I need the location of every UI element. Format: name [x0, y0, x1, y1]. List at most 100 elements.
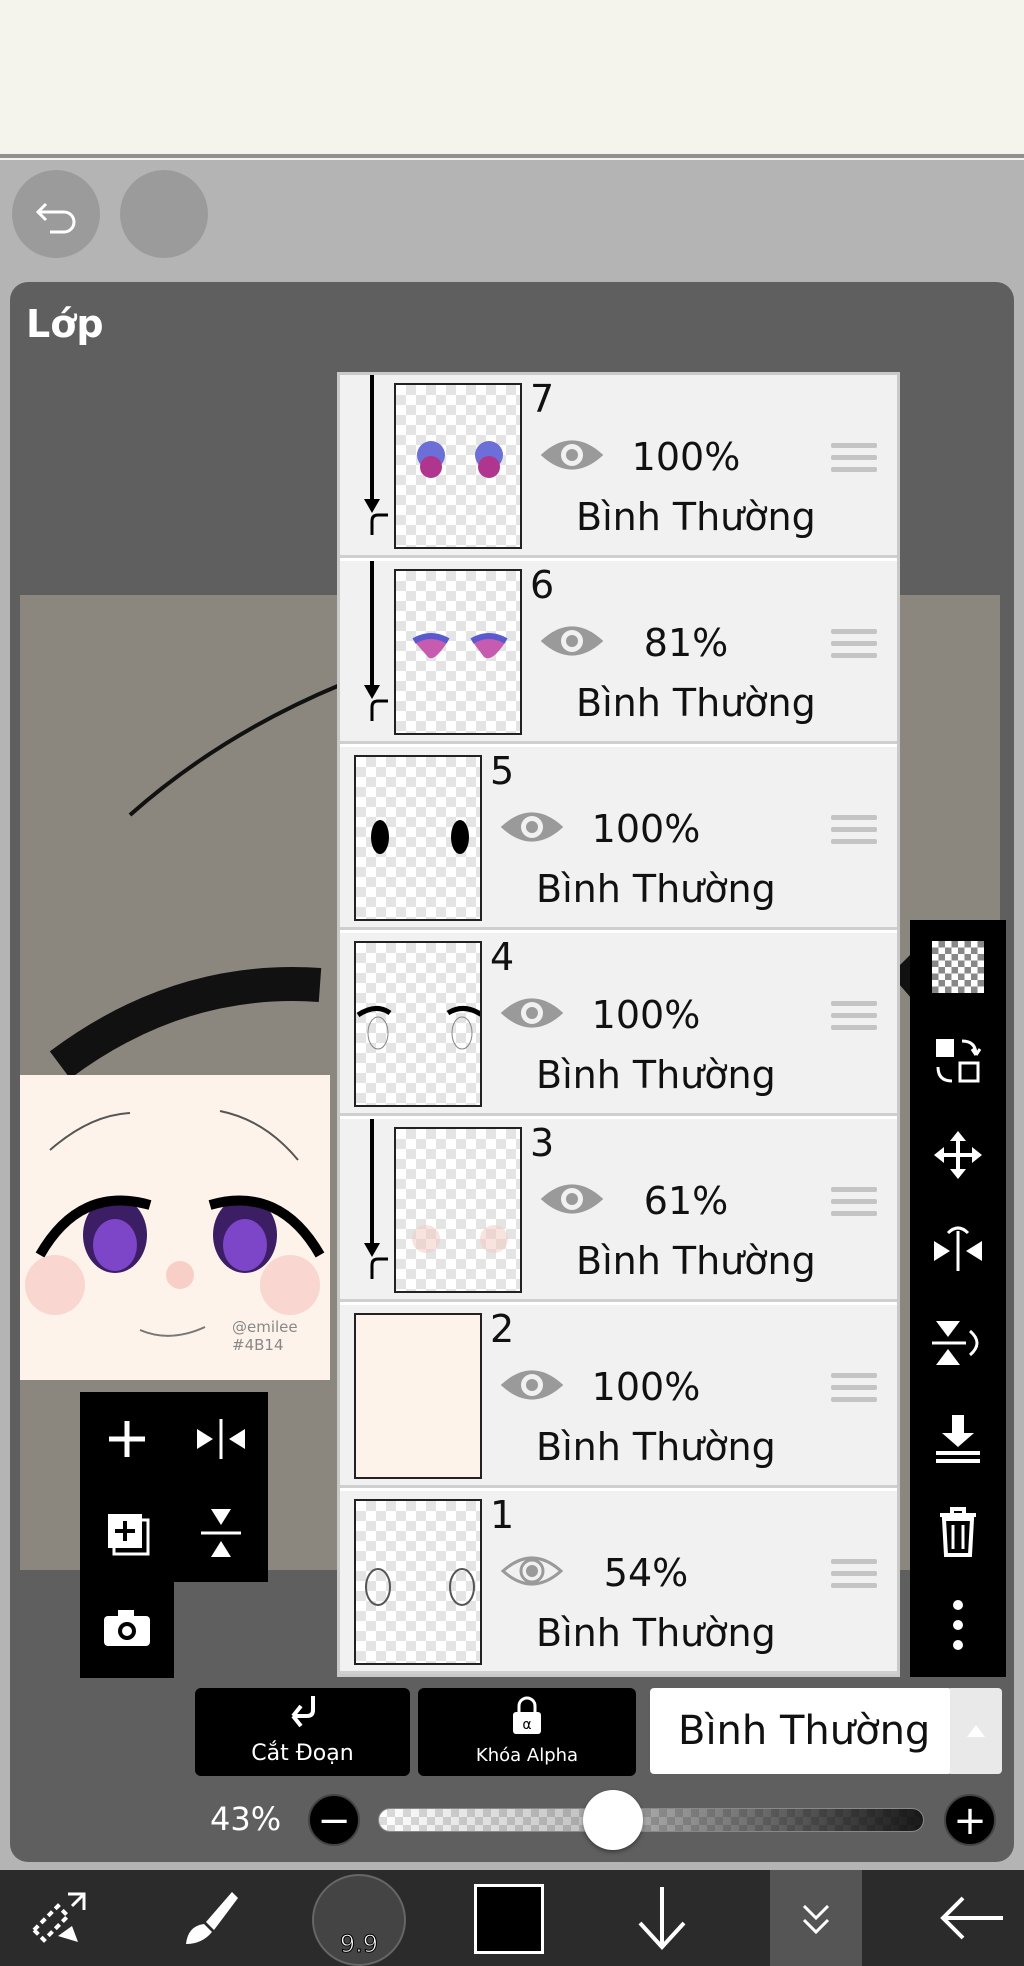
selection-tool-icon: [31, 1892, 86, 1943]
layer-thumbnail[interactable]: [394, 569, 522, 735]
lock-icon: α: [513, 1696, 541, 1734]
layer-row[interactable]: 2 100% Bình Thường: [340, 1305, 897, 1488]
selection-tool-button[interactable]: [10, 1870, 110, 1966]
trash-icon: [940, 1507, 976, 1557]
drag-handle-icon[interactable]: [831, 1001, 877, 1041]
flip-horizontal-icon: [934, 1226, 982, 1271]
eye-icon[interactable]: [499, 805, 565, 849]
delete-layer-button[interactable]: [910, 1484, 1006, 1578]
camera-button[interactable]: [80, 1580, 174, 1674]
layer-blend-mode: Bình Thường: [536, 1053, 776, 1097]
brush-size-value: 9.9: [339, 1930, 379, 1959]
layer-row[interactable]: 5 100% Bình Thường: [340, 747, 897, 930]
drag-handle-icon[interactable]: [831, 1187, 877, 1227]
layer-number: 2: [490, 1307, 515, 1351]
redo-button[interactable]: [120, 170, 208, 258]
collapse-icon: [802, 1904, 830, 1935]
layer-opacity: 100%: [591, 1365, 701, 1409]
layer-blend-mode: Bình Thường: [536, 867, 776, 911]
eye-icon[interactable]: [539, 1177, 605, 1221]
opacity-decrease-button[interactable]: −: [308, 1794, 360, 1846]
panel-title: Lớp: [26, 302, 104, 346]
eye-icon[interactable]: [499, 1549, 565, 1593]
more-icon: [953, 1600, 963, 1650]
layer-thumbnail[interactable]: [354, 1499, 482, 1665]
color-swatch[interactable]: [474, 1884, 544, 1954]
layer-row[interactable]: 6 81% Bình Thường: [340, 561, 897, 744]
blend-mode-dropdown-button[interactable]: [950, 1688, 1002, 1774]
alpha-lock-button[interactable]: α Khóa Alpha: [418, 1688, 636, 1776]
layer-opacity: 100%: [591, 993, 701, 1037]
add-layer-icon: [109, 1421, 145, 1457]
merge-down-button[interactable]: [910, 1390, 1006, 1484]
flip-horizontal-layer-button[interactable]: [910, 1202, 1006, 1296]
down-arrow-icon: [638, 1887, 686, 1950]
svg-text:α: α: [522, 1717, 531, 1733]
layer-row[interactable]: 3 61% Bình Thường: [340, 1119, 897, 1302]
swap-icon: [936, 1039, 982, 1083]
eye-icon[interactable]: [499, 1363, 565, 1407]
clipping-button[interactable]: Cắt Đoạn: [195, 1688, 410, 1776]
layer-number: 3: [530, 1121, 555, 1165]
layer-number: 6: [530, 563, 555, 607]
brush-size-button[interactable]: 9.9: [312, 1874, 406, 1966]
clipping-indicator-icon: [364, 375, 388, 535]
layer-panel-toggle-button[interactable]: [770, 1870, 862, 1966]
layer-down-button[interactable]: [612, 1870, 712, 1966]
layer-row[interactable]: 1 54% Bình Thường: [340, 1491, 897, 1674]
layer-number: 7: [530, 377, 555, 421]
layer-thumbnail[interactable]: [354, 1313, 482, 1479]
undo-button[interactable]: [12, 170, 100, 258]
transparent-button[interactable]: [910, 920, 1006, 1014]
eye-icon[interactable]: [539, 619, 605, 663]
drag-handle-icon[interactable]: [831, 1559, 877, 1599]
drag-handle-icon[interactable]: [831, 629, 877, 669]
eye-icon[interactable]: [539, 433, 605, 477]
layer-blend-mode: Bình Thường: [576, 495, 816, 539]
layer-thumbnail[interactable]: [394, 383, 522, 549]
move-icon: [934, 1131, 982, 1179]
undo-icon: [35, 202, 76, 234]
layer-thumbnail[interactable]: [394, 1127, 522, 1293]
clipping-indicator-icon: [364, 1119, 388, 1279]
back-button[interactable]: [922, 1870, 1022, 1966]
clipping-indicator-icon: [364, 561, 388, 721]
back-arrow-icon: [940, 1896, 1003, 1940]
opacity-slider[interactable]: [378, 1808, 924, 1832]
drag-handle-icon[interactable]: [831, 815, 877, 855]
swap-button[interactable]: [910, 1014, 1006, 1108]
brush-icon: [186, 1892, 238, 1944]
eye-icon[interactable]: [499, 991, 565, 1035]
blend-mode-select[interactable]: Bình Thường: [650, 1688, 952, 1774]
flip-vertical-icon: [201, 1509, 241, 1557]
layer-number: 4: [490, 935, 515, 979]
right-tool-palette: [910, 920, 1006, 1677]
layer-blend-mode: Bình Thường: [576, 681, 816, 725]
flip-vertical-layer-button[interactable]: [910, 1296, 1006, 1390]
flip-vertical-button[interactable]: [174, 1486, 268, 1580]
layer-opacity: 81%: [643, 621, 729, 665]
add-layer-copy-icon: [108, 1514, 150, 1556]
add-layer-button[interactable]: [80, 1392, 174, 1486]
add-layer-copy-button[interactable]: [80, 1486, 174, 1580]
move-button[interactable]: [910, 1108, 1006, 1202]
layer-thumbnail[interactable]: [354, 755, 482, 921]
opacity-slider-handle[interactable]: [582, 1790, 643, 1850]
reference-preview: @emilee #4B14: [20, 1075, 330, 1380]
alpha-lock-label: Khóa Alpha: [475, 1745, 579, 1766]
more-options-button[interactable]: [910, 1578, 1006, 1672]
layer-list[interactable]: 7 100% Bình Thường 6 81% Bình Thường 5 100% Bình…: [337, 372, 900, 1677]
drag-handle-icon[interactable]: [831, 1373, 877, 1413]
opacity-increase-button[interactable]: +: [944, 1794, 996, 1846]
camera-icon: [104, 1610, 150, 1646]
layer-row[interactable]: 4 100% Bình Thường: [340, 933, 897, 1116]
brush-tool-button[interactable]: [160, 1870, 260, 1966]
layer-thumbnail[interactable]: [354, 941, 482, 1107]
clipping-label: Cắt Đoạn: [251, 1741, 354, 1766]
layer-number: 5: [490, 749, 515, 793]
merge-down-icon: [936, 1415, 980, 1463]
flip-horizontal-button[interactable]: [174, 1392, 268, 1486]
layer-row[interactable]: 7 100% Bình Thường: [340, 375, 897, 558]
layer-blend-mode: Bình Thường: [576, 1239, 816, 1283]
drag-handle-icon[interactable]: [831, 443, 877, 483]
